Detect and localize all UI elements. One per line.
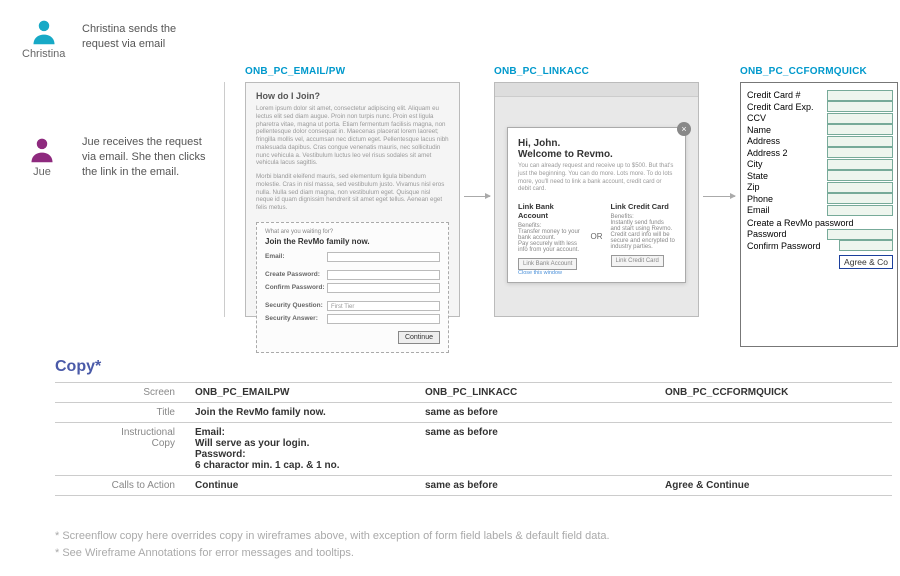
label-secq: Security Question: bbox=[265, 302, 327, 309]
cell-instr-2: same as before bbox=[425, 423, 665, 476]
cell-screen-1: ONB_PC_EMAILPW bbox=[195, 383, 425, 403]
wireframe-linkacc: × Hi, John. Welcome to Revmo. You can al… bbox=[494, 82, 699, 317]
wf1-title: Join the RevMo family now. bbox=[265, 237, 440, 246]
input-state[interactable] bbox=[827, 170, 893, 181]
row-screen-label: Screen bbox=[55, 383, 195, 403]
col-link-card: Link Credit Card Benefits: Instantly sen… bbox=[611, 202, 676, 267]
wireframe-ccform: Credit Card # Credit Card Exp. CCV Name … bbox=[740, 82, 898, 347]
input-ccv[interactable] bbox=[827, 113, 893, 124]
close-window-link[interactable]: Close this window bbox=[518, 270, 562, 276]
screen-label-2: ONB_PC_LINKACC bbox=[494, 66, 589, 77]
cell-instr-1: Email: Will serve as your login. Passwor… bbox=[195, 423, 425, 476]
label-password: Password bbox=[747, 229, 827, 239]
label-cc-exp: Credit Card Exp. bbox=[747, 102, 827, 112]
footnote-1: * Screenflow copy here overrides copy in… bbox=[55, 528, 610, 545]
cell-cta-1: Continue bbox=[195, 476, 425, 496]
modal-welcome: × Hi, John. Welcome to Revmo. You can al… bbox=[507, 127, 686, 283]
persona-jue-desc: Jue receives the request via email. She … bbox=[82, 135, 212, 180]
col-card-h: Link Credit Card bbox=[611, 202, 676, 211]
label-state: State bbox=[747, 171, 827, 181]
label-cc-num: Credit Card # bbox=[747, 90, 827, 100]
modal-welcome-text: Welcome to Revmo. bbox=[518, 149, 675, 160]
wf1-lorem1: Lorem ipsum dolor sit amet, consectetur … bbox=[246, 105, 459, 173]
label-create-pw: Create Password: bbox=[265, 271, 327, 278]
row-cta-label: Calls to Action bbox=[55, 476, 195, 496]
persona-christina-desc: Christina sends the request via email bbox=[82, 22, 212, 52]
cell-screen-2: ONB_PC_LINKACC bbox=[425, 383, 665, 403]
label-confirm-pw: Confirm Password: bbox=[265, 284, 327, 291]
row-title-label: Title bbox=[55, 403, 195, 423]
modal-greeting: Hi, John. bbox=[518, 138, 675, 149]
avatar-icon bbox=[28, 136, 56, 164]
label-phone: Phone bbox=[747, 194, 827, 204]
cell-screen-3: ONB_PC_CCFORMQUICK bbox=[665, 383, 892, 403]
footnote-2: * See Wireframe Annotations for error me… bbox=[55, 545, 610, 562]
screen-label-3: ONB_PC_CCFORMQUICK bbox=[740, 66, 867, 77]
cell-cta-2: same as before bbox=[425, 476, 665, 496]
input-email[interactable] bbox=[327, 252, 440, 262]
label-email: Email bbox=[747, 205, 827, 215]
cell-title-2: same as before bbox=[425, 403, 665, 423]
arrow-icon bbox=[703, 196, 735, 197]
select-secq[interactable]: First Tier bbox=[327, 301, 440, 311]
footnotes: * Screenflow copy here overrides copy in… bbox=[55, 528, 610, 561]
col-link-bank: Link Bank Account Benefits: Transfer mon… bbox=[518, 202, 583, 270]
modal-sub: You can already request and receive up t… bbox=[518, 163, 675, 194]
cell-instr-3 bbox=[665, 423, 892, 476]
or-text: OR bbox=[591, 232, 603, 241]
wf1-prompt: What are you waiting for? bbox=[265, 229, 440, 235]
cell-cta-3: Agree & Continue bbox=[665, 476, 892, 496]
copy-table: Screen ONB_PC_EMAILPW ONB_PC_LINKACC ONB… bbox=[55, 382, 892, 496]
arrow-icon bbox=[464, 196, 490, 197]
persona-name: Christina bbox=[22, 48, 65, 60]
persona-christina: Christina bbox=[22, 18, 65, 60]
input-address2[interactable] bbox=[827, 147, 893, 158]
wf1-header: How do I Join? bbox=[246, 83, 459, 105]
link-bank-button[interactable]: Link Bank Account bbox=[518, 258, 577, 270]
wf1-formbox: What are you waiting for? Join the RevMo… bbox=[256, 222, 449, 353]
input-password[interactable] bbox=[827, 229, 893, 240]
browser-chrome bbox=[495, 83, 698, 97]
input-cc-num[interactable] bbox=[827, 90, 893, 101]
copy-section: Copy* Screen ONB_PC_EMAILPW ONB_PC_LINKA… bbox=[55, 358, 892, 496]
col-bank-h: Link Bank Account bbox=[518, 202, 583, 220]
input-confirm-password[interactable] bbox=[839, 240, 893, 251]
close-icon[interactable]: × bbox=[677, 122, 691, 136]
cell-title-1: Join the RevMo family now. bbox=[195, 403, 425, 423]
input-address[interactable] bbox=[827, 136, 893, 147]
copy-title: Copy* bbox=[55, 358, 892, 376]
label-ccv: CCV bbox=[747, 113, 827, 123]
persona-name: Jue bbox=[28, 166, 56, 178]
wf1-lorem2: Morbi blandit eleifend mauris, sed eleme… bbox=[246, 173, 459, 218]
input-city[interactable] bbox=[827, 159, 893, 170]
label-email: Email: bbox=[265, 253, 327, 260]
wireframe-emailpw: How do I Join? Lorem ipsum dolor sit ame… bbox=[245, 82, 460, 317]
continue-button[interactable]: Continue bbox=[398, 331, 440, 344]
row-instr-label: InstructionalCopy bbox=[55, 423, 195, 476]
label-seca: Security Answer: bbox=[265, 315, 327, 322]
label-address: Address bbox=[747, 136, 827, 146]
input-phone[interactable] bbox=[827, 193, 893, 204]
label-address2: Address 2 bbox=[747, 148, 827, 158]
screen-label-1: ONB_PC_EMAIL/PW bbox=[245, 66, 345, 77]
label-name: Name bbox=[747, 125, 827, 135]
separator-line bbox=[224, 82, 225, 317]
label-zip: Zip bbox=[747, 182, 827, 192]
label-city: City bbox=[747, 159, 827, 169]
label-confirm-password: Confirm Password bbox=[747, 241, 839, 251]
cell-title-3 bbox=[665, 403, 892, 423]
input-cc-exp[interactable] bbox=[827, 101, 893, 112]
input-name[interactable] bbox=[827, 124, 893, 135]
label-create-revmo-pw: Create a RevMo password bbox=[747, 218, 893, 228]
link-card-button[interactable]: Link Credit Card bbox=[611, 255, 664, 267]
avatar-icon bbox=[30, 18, 58, 46]
input-create-pw[interactable] bbox=[327, 270, 440, 280]
input-email2[interactable] bbox=[827, 205, 893, 216]
input-confirm-pw[interactable] bbox=[327, 283, 440, 293]
input-zip[interactable] bbox=[827, 182, 893, 193]
persona-jue: Jue bbox=[28, 136, 56, 178]
agree-continue-button[interactable]: Agree & Co bbox=[839, 255, 893, 269]
input-seca[interactable] bbox=[327, 314, 440, 324]
